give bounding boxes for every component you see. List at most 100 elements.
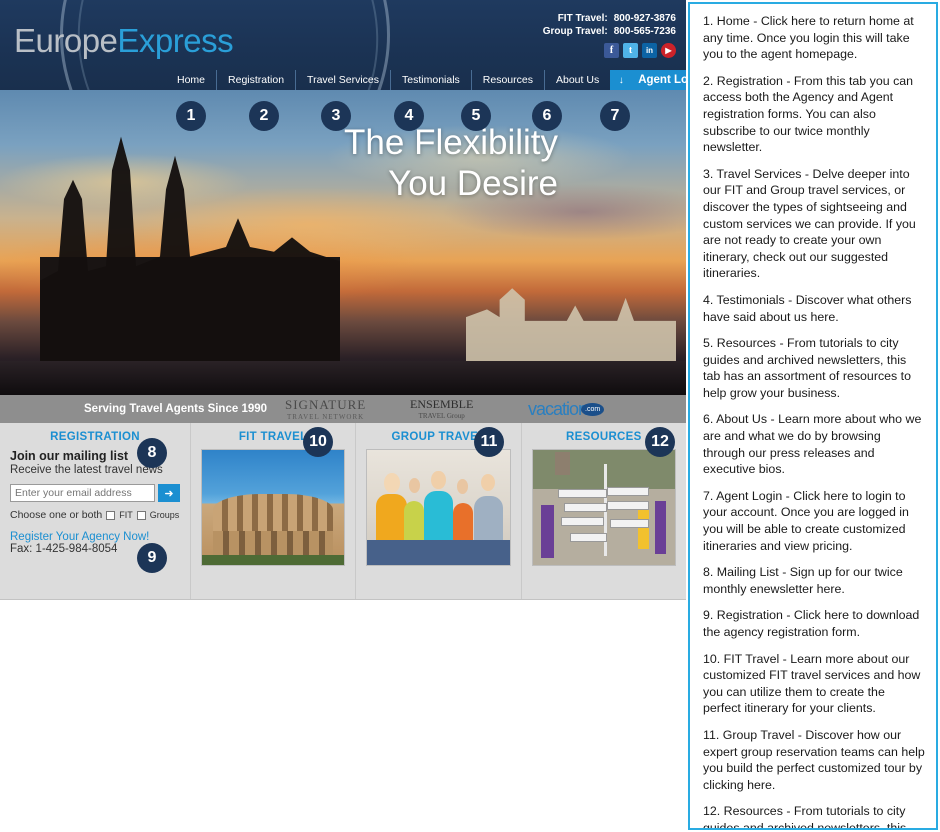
person-orange-head bbox=[456, 478, 469, 494]
ensemble-logo-line1: ENSEMBLE bbox=[410, 397, 474, 411]
person-back-left-head bbox=[408, 477, 420, 493]
site-logo[interactable]: EuropeExpress bbox=[14, 22, 234, 60]
callout-badge-10: 10 bbox=[303, 427, 333, 457]
cottage-window-right bbox=[655, 500, 667, 554]
annotation-panel: 1. Home - Click here to return home at a… bbox=[688, 2, 938, 830]
callout-badge-8: 8 bbox=[137, 438, 167, 468]
email-submit-button[interactable]: ➜ bbox=[158, 484, 180, 502]
vacation-logo-text: vacation bbox=[528, 399, 588, 419]
callout-badge-7: 7 bbox=[600, 101, 630, 131]
nav-item-resources[interactable]: Resources bbox=[470, 70, 544, 90]
nav-item-registration[interactable]: Registration bbox=[216, 70, 295, 90]
logo-text-express: Express bbox=[117, 22, 234, 59]
nav-item-agent-login[interactable]: Agent Login bbox=[632, 70, 686, 90]
hero-banner: The Flexibility You Desire bbox=[0, 90, 686, 395]
group-travel-phone-row: Group Travel: 800-565-7236 bbox=[543, 25, 676, 38]
checkbox-groups-label: Groups bbox=[149, 510, 180, 520]
twitter-icon[interactable]: t bbox=[623, 43, 638, 58]
nav-item-testimonials[interactable]: Testimonials bbox=[390, 70, 471, 90]
facebook-icon[interactable]: f bbox=[604, 43, 619, 58]
group-travel-label: Group Travel: bbox=[542, 26, 608, 37]
colosseum-photo[interactable] bbox=[201, 449, 346, 566]
annotation-item-6: 6. About Us - Learn more about who we ar… bbox=[703, 412, 922, 477]
person-yellow-head bbox=[384, 473, 401, 493]
site-header: EuropeExpress FIT Travel: 800-927-3876 Gr… bbox=[0, 0, 686, 90]
page-whitespace bbox=[0, 600, 686, 832]
annotation-item-3: 3. Travel Services - Delve deeper into o… bbox=[703, 166, 916, 281]
person-cyan-head bbox=[431, 470, 446, 490]
contact-info: FIT Travel: 800-927-3876 Group Travel: 800… bbox=[543, 12, 676, 38]
partners-tagline: Serving Travel Agents Since 1990 bbox=[84, 403, 268, 415]
fit-travel-number[interactable]: 800-927-3876 bbox=[614, 13, 676, 24]
nav-item-home[interactable]: Home bbox=[166, 70, 216, 90]
logo-text-europe: Europe bbox=[14, 22, 118, 59]
main-navigation: Home Registration Travel Services Testim… bbox=[166, 70, 686, 90]
callout-badge-2: 2 bbox=[249, 101, 279, 131]
annotation-item-7: 7. Agent Login - Click here to login to … bbox=[703, 488, 909, 553]
callout-badge-1: 1 bbox=[176, 101, 206, 131]
nav-item-about-us[interactable]: About Us bbox=[544, 70, 610, 90]
social-links: f t in ▶ bbox=[604, 43, 676, 58]
callout-badge-11: 11 bbox=[474, 427, 504, 457]
hero-title: The Flexibility You Desire bbox=[344, 122, 558, 204]
ensemble-travel-group-logo[interactable]: ENSEMBLE TRAVEL Group bbox=[410, 397, 473, 420]
signpost-arrow-7 bbox=[569, 532, 607, 542]
jeans-row bbox=[367, 539, 510, 565]
download-arrow-icon[interactable]: ↓ bbox=[610, 70, 633, 90]
colosseum-grass bbox=[202, 554, 345, 565]
hero-title-line1: The Flexibility bbox=[344, 123, 558, 162]
page-root: EuropeExpress FIT Travel: 800-927-3876 Gr… bbox=[0, 0, 940, 832]
signpost-arrow-4 bbox=[563, 502, 607, 512]
students-group-photo[interactable] bbox=[366, 449, 511, 566]
content-cards-row: REGISTRATION Join our mailing list Recei… bbox=[0, 423, 686, 600]
hero-foreground-shadow bbox=[0, 361, 686, 395]
ensemble-logo-line2: TRAVEL Group bbox=[418, 412, 465, 420]
register-agency-link[interactable]: Register Your Agency Now! bbox=[10, 531, 180, 543]
callout-badge-4: 4 bbox=[394, 101, 424, 131]
annotation-item-12: 12. Resources - From tutorials to city g… bbox=[703, 804, 907, 830]
annotation-item-2: 2. Registration - From this tab you can … bbox=[703, 73, 914, 155]
youtube-icon[interactable]: ▶ bbox=[661, 43, 676, 58]
cottage-chimney bbox=[555, 452, 570, 476]
annotation-item-11: 11. Group Travel - Discover how our expe… bbox=[703, 727, 925, 792]
nav-item-travel-services[interactable]: Travel Services bbox=[295, 70, 390, 90]
annotation-item-8: 8. Mailing List - Sign up for our twice … bbox=[703, 565, 903, 596]
checkbox-fit-label: FIT bbox=[119, 510, 133, 520]
fit-travel-label: FIT Travel: bbox=[557, 13, 608, 24]
email-input[interactable] bbox=[10, 484, 155, 502]
signature-logo-line2: TRAVEL NETWORK bbox=[287, 413, 365, 421]
annotation-item-10: 10. FIT Travel - Learn more about our cu… bbox=[703, 651, 921, 716]
callout-badge-3: 3 bbox=[321, 101, 351, 131]
annotation-item-5: 5. Resources - From tutorials to city gu… bbox=[703, 336, 911, 400]
choose-label: Choose one or both bbox=[10, 509, 103, 521]
signature-logo-line1: SIGNATURE bbox=[285, 397, 367, 412]
linkedin-icon[interactable]: in bbox=[642, 43, 657, 58]
subscription-options: Choose one or both FIT Groups bbox=[10, 509, 180, 521]
group-travel-number[interactable]: 800-565-7236 bbox=[614, 26, 676, 37]
signpost-arrow-3 bbox=[606, 500, 650, 510]
callout-badge-5: 5 bbox=[461, 101, 491, 131]
annotation-item-4: 4. Testimonials - Discover what others h… bbox=[703, 292, 912, 324]
signpost-photo[interactable] bbox=[531, 449, 676, 566]
signpost-arrow-5 bbox=[561, 516, 604, 526]
mailing-list-form: ➜ bbox=[10, 484, 180, 502]
vacation-com-logo[interactable]: vacation .com bbox=[528, 399, 605, 420]
fit-travel-phone-row: FIT Travel: 800-927-3876 bbox=[543, 12, 676, 25]
callout-badge-9: 9 bbox=[137, 543, 167, 573]
callout-badge-12: 12 bbox=[645, 427, 675, 457]
signature-travel-network-logo[interactable]: SIGNATURE TRAVEL NETWORK bbox=[285, 397, 366, 421]
website-preview: EuropeExpress FIT Travel: 800-927-3876 Gr… bbox=[0, 0, 686, 832]
checkbox-fit[interactable] bbox=[106, 510, 116, 520]
annotation-item-9: 9. Registration - Click here to download… bbox=[703, 608, 920, 639]
signpost-arrow-6 bbox=[609, 519, 650, 528]
person-gray-head bbox=[481, 474, 496, 492]
callout-badge-6: 6 bbox=[532, 101, 562, 131]
cottage-window-left bbox=[541, 505, 554, 559]
partners-bar: Serving Travel Agents Since 1990 SIGNATU… bbox=[0, 395, 686, 423]
signpost-arrow-2 bbox=[606, 486, 650, 496]
hero-title-line2: You Desire bbox=[388, 164, 558, 203]
annotation-item-1: 1. Home - Click here to return home at a… bbox=[703, 14, 914, 62]
checkbox-groups[interactable] bbox=[136, 510, 146, 520]
vacation-logo-dotcom: .com bbox=[581, 403, 605, 416]
signpost-arrow-1 bbox=[558, 489, 607, 499]
